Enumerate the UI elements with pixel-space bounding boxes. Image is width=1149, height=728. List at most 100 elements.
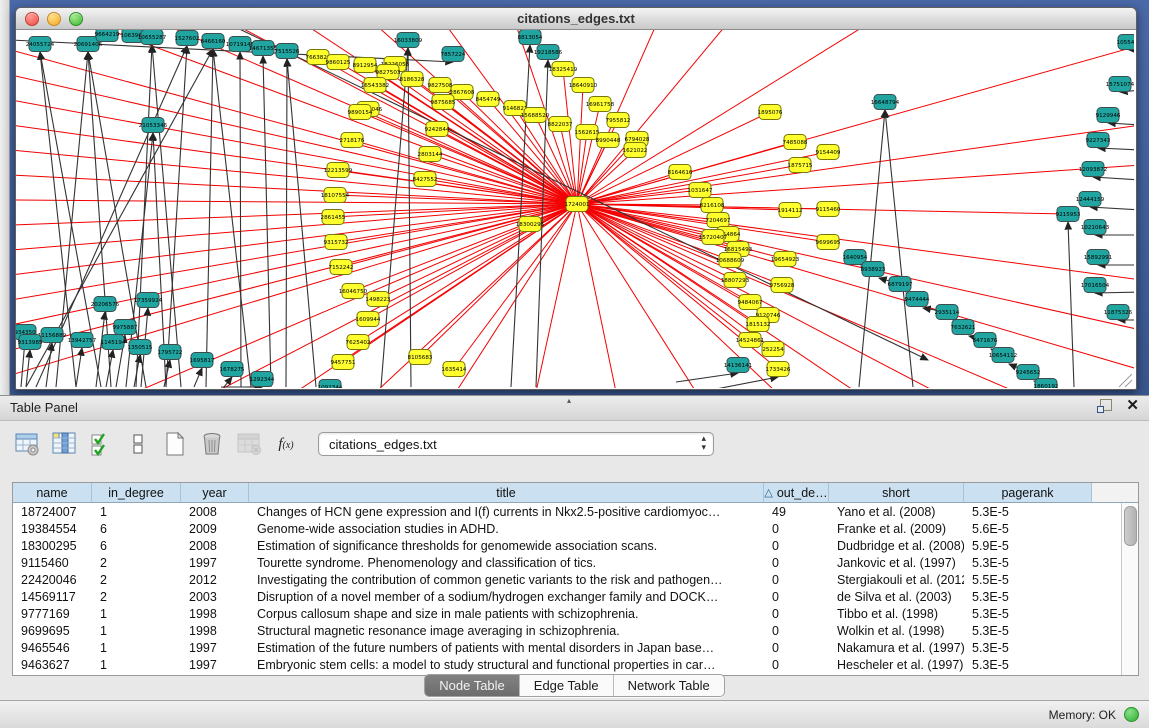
- table-cell[interactable]: 9699695: [13, 622, 92, 639]
- network-node[interactable]: 1292344: [250, 372, 275, 387]
- table-cell[interactable]: 5.6E-5: [964, 520, 1092, 537]
- network-node[interactable]: 16543382: [361, 78, 389, 93]
- table-cell[interactable]: 1: [92, 605, 181, 622]
- table-cell[interactable]: 14569117: [13, 588, 92, 605]
- network-node[interactable]: 19218586: [534, 45, 563, 60]
- table-cell[interactable]: Tourette syndrome. Phenomenology and cla…: [249, 554, 764, 571]
- network-node[interactable]: 9315732: [324, 235, 349, 250]
- network-node[interactable]: 1498223: [366, 292, 391, 307]
- vertical-scrollbar[interactable]: [1121, 503, 1138, 675]
- table-cell[interactable]: 1998: [181, 622, 249, 639]
- network-node[interactable]: 12093872: [1079, 162, 1107, 177]
- network-node[interactable]: 8105683: [408, 350, 433, 365]
- network-node[interactable]: 9484067: [738, 295, 763, 310]
- network-node[interactable]: 8216108: [700, 198, 725, 213]
- table-selector[interactable]: citations_edges.txt ▴▾: [318, 432, 714, 456]
- network-node[interactable]: 1724001: [565, 197, 590, 212]
- network-node[interactable]: 9313985: [18, 335, 43, 350]
- table-cell[interactable]: 5.5E-5: [964, 571, 1092, 588]
- network-node[interactable]: 8466160: [201, 34, 226, 49]
- network-node[interactable]: 1055408: [1117, 35, 1134, 50]
- network-node[interactable]: 15688520: [521, 108, 550, 123]
- network-node[interactable]: 7485088: [783, 135, 808, 150]
- network-node[interactable]: 10654112: [989, 348, 1017, 363]
- network-node[interactable]: 10210643: [1081, 220, 1110, 235]
- table-cell[interactable]: 5.3E-5: [964, 605, 1092, 622]
- network-node[interactable]: 8822037: [548, 117, 573, 132]
- table-cell[interactable]: 2: [92, 588, 181, 605]
- column-header-name[interactable]: name: [13, 483, 92, 503]
- table-cell[interactable]: 5.3E-5: [964, 656, 1092, 673]
- network-node[interactable]: 9245652: [1016, 365, 1041, 380]
- table-cell[interactable]: 0: [764, 656, 829, 673]
- table-row[interactable]: 1938455462009Genome-wide association stu…: [13, 520, 1138, 537]
- table-cell[interactable]: 22420046: [13, 571, 92, 588]
- column-header-title[interactable]: title: [249, 483, 764, 503]
- table-cell[interactable]: 0: [764, 520, 829, 537]
- network-node[interactable]: 18325419: [549, 62, 578, 77]
- network-node[interactable]: 1092344: [318, 380, 343, 389]
- table-cell[interactable]: 18724007: [13, 503, 92, 520]
- table-cell[interactable]: Jankovic et al. (1997): [829, 554, 964, 571]
- table-mode-icon[interactable]: [12, 429, 42, 459]
- splitter-collapse-icon[interactable]: ▴: [567, 396, 571, 405]
- table-cell[interactable]: 1997: [181, 656, 249, 673]
- network-node[interactable]: 9154409: [816, 145, 841, 160]
- tab-edge-table[interactable]: Edge Table: [520, 675, 614, 696]
- network-node[interactable]: 2718176: [340, 133, 365, 148]
- window-resize-grip[interactable]: [1119, 374, 1132, 387]
- network-node[interactable]: 21053346: [139, 118, 168, 133]
- table-row[interactable]: 946362711997Embryonic stem cells: a mode…: [13, 656, 1138, 673]
- network-node[interactable]: 8471676: [973, 333, 998, 348]
- table-row[interactable]: 969969511998Structural magnetic resonanc…: [13, 622, 1138, 639]
- network-node[interactable]: 1695817: [190, 353, 215, 368]
- network-node[interactable]: 1895076: [758, 105, 783, 120]
- table-cell[interactable]: 0: [764, 639, 829, 656]
- network-node[interactable]: 6879197: [888, 277, 913, 292]
- network-node[interactable]: 1031647: [688, 183, 713, 198]
- network-node[interactable]: 12444159: [1076, 192, 1105, 207]
- tab-network-table[interactable]: Network Table: [614, 675, 724, 696]
- table-cell[interactable]: Estimation of significance thresholds fo…: [249, 537, 764, 554]
- table-cell[interactable]: 1997: [181, 554, 249, 571]
- network-node[interactable]: 24055724: [26, 37, 55, 52]
- network-node[interactable]: 1914112: [778, 203, 803, 218]
- column-header-pagerank[interactable]: pagerank: [964, 483, 1092, 503]
- table-row[interactable]: 2242004622012Investigating the contribut…: [13, 571, 1138, 588]
- table-cell[interactable]: Embryonic stem cells: a model to study s…: [249, 656, 764, 673]
- network-view-window[interactable]: citations_edges.txt 17240012405572420691…: [15, 7, 1137, 390]
- table-cell[interactable]: 2008: [181, 503, 249, 520]
- delete-table-disabled-icon[interactable]: [234, 429, 264, 459]
- table-row[interactable]: 1830029562008Estimation of significance …: [13, 537, 1138, 554]
- network-node[interactable]: 17359924: [134, 293, 163, 308]
- table-row[interactable]: 946554611997Estimation of the future num…: [13, 639, 1138, 656]
- float-window-icon[interactable]: [1097, 399, 1112, 413]
- network-node[interactable]: 20206576: [91, 297, 120, 312]
- network-node[interactable]: 14671355: [249, 41, 278, 56]
- table-cell[interactable]: 2008: [181, 537, 249, 554]
- network-node[interactable]: 2803144: [418, 147, 443, 162]
- network-node[interactable]: 16648794: [871, 95, 900, 110]
- column-header-in_degree[interactable]: in_degree: [92, 483, 181, 503]
- network-node[interactable]: 14136141: [724, 358, 753, 373]
- close-icon[interactable]: ✕: [1126, 399, 1139, 413]
- network-node[interactable]: 7955812: [606, 113, 631, 128]
- network-node[interactable]: 1145194: [101, 335, 126, 350]
- tab-node-table[interactable]: Node Table: [425, 675, 520, 696]
- network-node[interactable]: 9890154: [348, 105, 373, 120]
- table-row[interactable]: 1456911722003Disruption of a novel membe…: [13, 588, 1138, 605]
- network-canvas[interactable]: 1724001240557242069140696642191063962106…: [16, 30, 1134, 388]
- network-node[interactable]: 18300295: [516, 217, 545, 232]
- network-node[interactable]: 7632621: [951, 320, 976, 335]
- column-stack-icon[interactable]: [123, 429, 153, 459]
- new-table-icon[interactable]: [160, 429, 190, 459]
- network-node[interactable]: 8912954: [353, 58, 378, 73]
- network-node[interactable]: 8938923: [861, 262, 886, 277]
- table-row[interactable]: 911546021997Tourette syndrome. Phenomeno…: [13, 554, 1138, 571]
- table-cell[interactable]: 1: [92, 503, 181, 520]
- network-node[interactable]: 15720407: [699, 230, 728, 245]
- network-node[interactable]: 8427552: [413, 172, 438, 187]
- table-cell[interactable]: 9463627: [13, 656, 92, 673]
- network-node[interactable]: 8990448: [596, 133, 621, 148]
- table-cell[interactable]: 1997: [181, 639, 249, 656]
